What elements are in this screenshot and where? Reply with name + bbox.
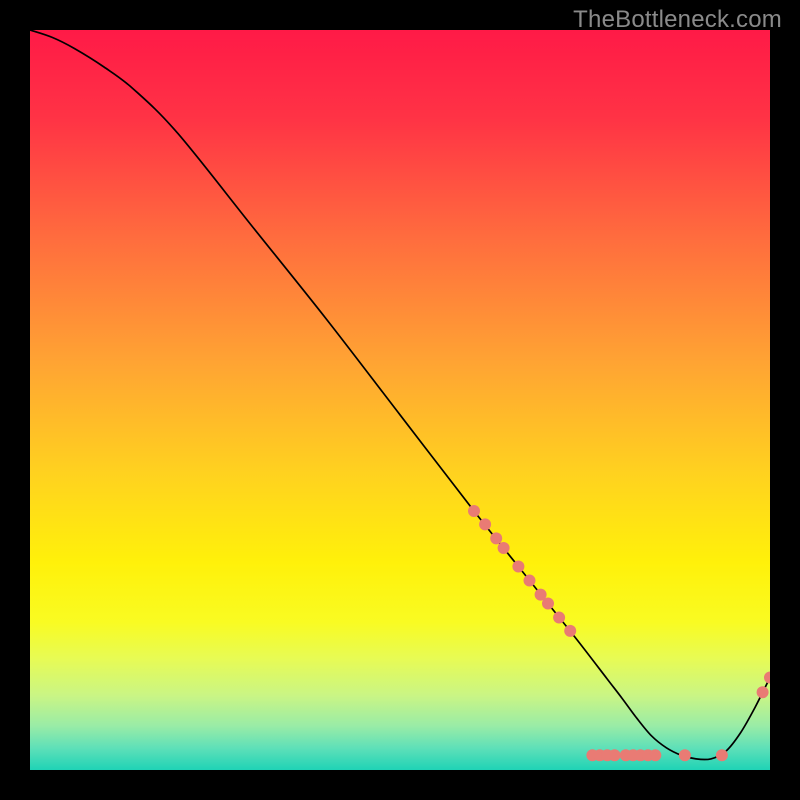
- data-marker: [468, 505, 480, 517]
- data-marker: [490, 532, 502, 544]
- chart-container: TheBottleneck.com: [0, 0, 800, 800]
- plot-area: [30, 30, 770, 770]
- data-marker: [498, 542, 510, 554]
- data-marker: [479, 518, 491, 530]
- gradient-background: [30, 30, 770, 770]
- data-marker: [553, 612, 565, 624]
- data-marker: [609, 749, 621, 761]
- data-marker: [649, 749, 661, 761]
- data-marker: [679, 749, 691, 761]
- data-marker: [512, 561, 524, 573]
- data-marker: [716, 749, 728, 761]
- chart-svg: [30, 30, 770, 770]
- data-marker: [542, 598, 554, 610]
- data-marker: [524, 575, 536, 587]
- data-marker: [757, 686, 769, 698]
- data-marker: [564, 625, 576, 637]
